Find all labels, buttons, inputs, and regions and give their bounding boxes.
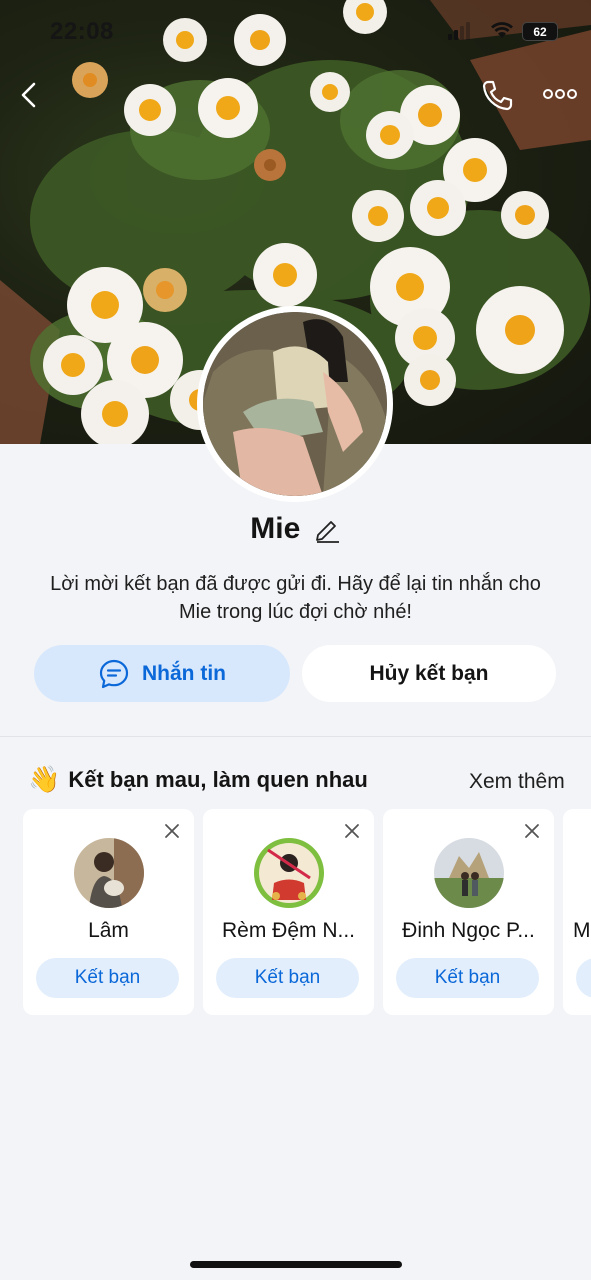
friend-request-message: Lời mời kết bạn đã được gửi đi. Hãy để l… <box>50 573 541 623</box>
status-time: 22:08 <box>50 18 114 45</box>
suggestion-card[interactable]: Rèm Đệm N... Kết bạn <box>203 809 374 1015</box>
edit-pencil-icon[interactable] <box>313 515 341 543</box>
unfriend-label: Hủy kết bạn <box>369 661 489 685</box>
close-icon[interactable] <box>524 823 540 839</box>
cellular-signal-icon <box>448 22 470 40</box>
add-friend-button[interactable]: Kết bạn <box>396 958 539 998</box>
status-bar: 22:08 62 <box>0 0 591 64</box>
battery-indicator: 62 <box>522 22 558 41</box>
chat-bubble-icon <box>99 659 129 688</box>
unfriend-button[interactable]: Hủy kết bạn <box>302 645 556 702</box>
add-friend-button[interactable] <box>576 958 591 998</box>
suggestions-title-text: Kết bạn mau, làm quen nhau <box>68 766 368 792</box>
suggestion-name: Rèm Đệm N... <box>221 919 355 942</box>
suggestion-card[interactable]: Đinh Ngọc P... Kết bạn <box>383 809 554 1015</box>
see-more-link[interactable]: Xem thêm <box>469 770 565 794</box>
avatar-photo <box>203 312 387 496</box>
waving-hand-icon: 👋 <box>28 764 61 794</box>
suggestion-avatar <box>434 838 504 908</box>
suggestion-card[interactable]: M <box>563 809 591 1015</box>
suggestion-name: Lâm <box>88 919 129 942</box>
suggestion-avatar <box>74 838 144 908</box>
phone-call-icon[interactable] <box>480 78 514 112</box>
more-options-icon[interactable] <box>540 80 580 108</box>
send-message-button[interactable]: Nhắn tin <box>34 645 290 702</box>
close-icon[interactable] <box>344 823 360 839</box>
section-divider <box>0 736 591 737</box>
wifi-icon <box>491 22 513 38</box>
add-friend-button[interactable]: Kết bạn <box>216 958 359 998</box>
profile-name-row: Mie <box>0 512 591 546</box>
suggestion-name: M <box>573 919 591 942</box>
send-message-label: Nhắn tin <box>142 661 226 685</box>
back-arrow-icon[interactable] <box>14 78 44 112</box>
home-indicator[interactable] <box>190 1261 402 1268</box>
suggestion-avatar <box>254 838 324 908</box>
add-friend-button[interactable]: Kết bạn <box>36 958 179 998</box>
suggestions-title: 👋 Kết bạn mau, làm quen nhau <box>28 764 368 795</box>
suggestion-card[interactable]: Lâm Kết bạn <box>23 809 194 1015</box>
close-icon[interactable] <box>164 823 180 839</box>
suggestion-name: Đinh Ngọc P... <box>402 919 535 942</box>
profile-name: Mie <box>250 512 301 545</box>
profile-avatar[interactable] <box>197 306 393 502</box>
